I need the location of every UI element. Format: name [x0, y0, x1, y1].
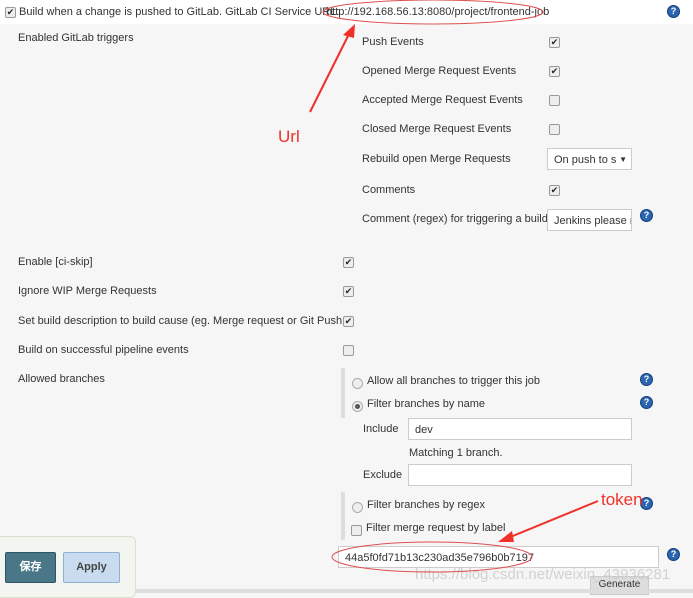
token-arrow-head	[498, 531, 514, 542]
url-arrow	[309, 31, 351, 113]
token-highlight-ellipse	[331, 541, 533, 573]
annotation-overlay	[309, 0, 599, 573]
token-arrow	[507, 500, 599, 539]
url-highlight-ellipse	[322, 0, 544, 25]
url-annotation: Url	[278, 127, 300, 146]
token-annotation: token	[601, 490, 643, 509]
url-arrow-head	[343, 24, 355, 38]
